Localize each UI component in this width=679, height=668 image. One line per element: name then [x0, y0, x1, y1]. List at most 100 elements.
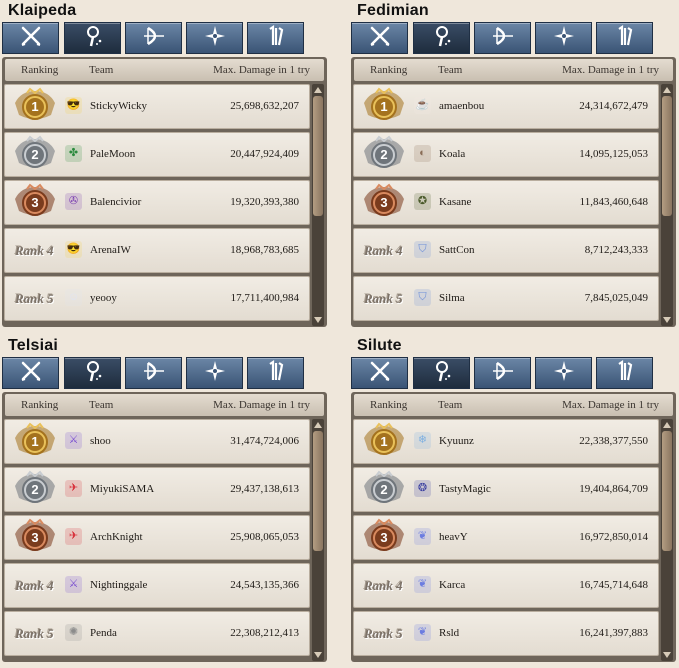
ranking-row[interactable]: 1 😎 StickyWicky 25,698,632,207 [4, 84, 310, 129]
class-tab-shuriken[interactable] [186, 357, 243, 389]
scroll-thumb[interactable] [662, 431, 672, 551]
rank-number: 1 [380, 99, 388, 114]
red-bird-icon: ✈ [65, 480, 82, 497]
class-tab-crossed-swords[interactable] [351, 357, 408, 389]
class-tab-bow[interactable] [125, 22, 182, 54]
class-tab-fist[interactable] [596, 357, 653, 389]
ranking-row[interactable]: Rank 4 ⛉ SattCon 8,712,243,333 [353, 228, 659, 273]
table-header: Ranking Team Max. Damage in 1 try [5, 394, 324, 416]
ranking-row[interactable]: Rank 4 ⚔ Nightinggale 24,543,135,366 [4, 563, 310, 608]
purple-figure-icon: ⚔ [65, 576, 82, 593]
table-header: Ranking Team Max. Damage in 1 try [354, 394, 673, 416]
team-name: amaenbou [439, 100, 485, 112]
scroll-up-icon[interactable] [314, 422, 322, 428]
wreath-emblem-icon: ✺ [65, 624, 82, 641]
bow-icon [142, 24, 166, 53]
ranking-row[interactable]: 3 ❦ heavY 16,972,850,014 [353, 515, 659, 560]
ranking-row[interactable]: 1 ☕ amaenbou 24,314,672,479 [353, 84, 659, 129]
header-ranking: Ranking [370, 64, 408, 76]
scroll-thumb[interactable] [313, 431, 323, 551]
ranking-row[interactable]: 2 ❂ TastyMagic 19,404,864,709 [353, 467, 659, 512]
ranking-row[interactable]: 1 ❄ Kyuunz 22,338,377,550 [353, 419, 659, 464]
scrollbar[interactable] [312, 419, 324, 661]
ranking-row[interactable]: 2 ✤ PaleMoon 20,447,924,409 [4, 132, 310, 177]
class-tab-fist[interactable] [247, 357, 304, 389]
team-name: ArenaIW [90, 244, 131, 256]
class-tab-crossed-swords[interactable] [351, 22, 408, 54]
ranking-row[interactable]: Rank 5 ✺ Penda 22,308,212,413 [4, 611, 310, 656]
table-header: Ranking Team Max. Damage in 1 try [5, 59, 324, 81]
scroll-up-icon[interactable] [663, 87, 671, 93]
scroll-down-icon[interactable] [663, 317, 671, 323]
ranking-row[interactable]: 3 ✪ Kasane 11,843,460,648 [353, 180, 659, 225]
ranking-row[interactable]: Rank 5 ❦ Rsld 16,241,397,883 [353, 611, 659, 656]
max-damage: 7,845,025,049 [584, 292, 648, 304]
max-damage: 31,474,724,006 [230, 435, 299, 447]
team-name: PaleMoon [90, 148, 136, 160]
class-tab-shuriken[interactable] [535, 357, 592, 389]
team-name: SattCon [439, 244, 475, 256]
team-name: Koala [439, 148, 466, 160]
class-tab-bow[interactable] [474, 357, 531, 389]
scroll-thumb[interactable] [662, 96, 672, 216]
rank-medal-icon: 3 [11, 183, 59, 223]
shuriken-icon [203, 24, 227, 53]
class-tab-wizard-staff[interactable] [64, 357, 121, 389]
ranking-row[interactable]: 1 ⚔ shoo 31,474,724,006 [4, 419, 310, 464]
team-name: ArchKnight [90, 531, 143, 543]
class-tab-wizard-staff[interactable] [413, 22, 470, 54]
rank-label: Rank 4 [364, 243, 403, 258]
rank-medal-icon: 2 [11, 135, 59, 175]
ranking-row[interactable]: 2 ✈ MiyukiSAMA 29,437,138,613 [4, 467, 310, 512]
scroll-down-icon[interactable] [314, 652, 322, 658]
class-tab-fist[interactable] [247, 22, 304, 54]
class-tab-shuriken[interactable] [186, 22, 243, 54]
team-name: Karca [439, 579, 466, 591]
sunglasses-emoji-icon: 😎 [65, 241, 82, 258]
server-panel-silute: Silute Ranking Team Max. Damage in 1 try… [351, 335, 679, 668]
header-damage: Max. Damage in 1 try [213, 64, 310, 76]
scrollbar[interactable] [661, 419, 673, 661]
wizard-staff-icon [430, 359, 454, 388]
fist-icon [264, 359, 288, 388]
class-tab-shuriken[interactable] [535, 22, 592, 54]
class-tab-bow[interactable] [474, 22, 531, 54]
ranking-table: Ranking Team Max. Damage in 1 try 1 ❄ Kyuu… [351, 392, 676, 662]
scroll-up-icon[interactable] [314, 87, 322, 93]
ranking-row[interactable]: Rank 5 ☺ yeooy 17,711,400,984 [4, 276, 310, 321]
scroll-down-icon[interactable] [314, 317, 322, 323]
class-tab-wizard-staff[interactable] [413, 357, 470, 389]
header-ranking: Ranking [370, 399, 408, 411]
scrollbar[interactable] [312, 84, 324, 326]
rank-number: 2 [31, 147, 39, 162]
class-tab-wizard-staff[interactable] [64, 22, 121, 54]
header-team: Team [89, 399, 114, 411]
red-bird-icon: ✈ [65, 528, 82, 545]
ranking-row[interactable]: Rank 4 😎 ArenaIW 18,968,783,685 [4, 228, 310, 273]
ranking-row[interactable]: 3 ✈ ArchKnight 25,908,065,053 [4, 515, 310, 560]
header-team: Team [89, 64, 114, 76]
max-damage: 16,745,714,648 [579, 579, 648, 591]
class-tabs [351, 357, 656, 391]
scroll-down-icon[interactable] [663, 652, 671, 658]
rank-medal-icon: 2 [360, 135, 408, 175]
ranking-row[interactable]: Rank 4 ❦ Karca 16,745,714,648 [353, 563, 659, 608]
ranking-row[interactable]: 2 ◐ Koala 14,095,125,053 [353, 132, 659, 177]
ranking-row[interactable]: 3 ✇ Balencivior 19,320,393,380 [4, 180, 310, 225]
ranking-row[interactable]: Rank 5 ⛉ Silma 7,845,025,049 [353, 276, 659, 321]
class-tab-crossed-swords[interactable] [2, 357, 59, 389]
rank-label: Rank 5 [364, 626, 403, 641]
scrollbar[interactable] [661, 84, 673, 326]
coffee-cup-icon: ☕ [414, 97, 431, 114]
scroll-thumb[interactable] [313, 96, 323, 216]
ranking-table: Ranking Team Max. Damage in 1 try 1 ☕ amae… [351, 57, 676, 327]
class-tab-crossed-swords[interactable] [2, 22, 59, 54]
scroll-up-icon[interactable] [663, 422, 671, 428]
max-damage: 22,308,212,413 [230, 627, 299, 639]
class-tab-fist[interactable] [596, 22, 653, 54]
class-tab-bow[interactable] [125, 357, 182, 389]
rank-medal-icon: 1 [11, 422, 59, 462]
rank-label: Rank 5 [15, 291, 54, 306]
dark-seal-icon: ✪ [414, 193, 431, 210]
ranking-table: Ranking Team Max. Damage in 1 try 1 😎 Stic… [2, 57, 327, 327]
